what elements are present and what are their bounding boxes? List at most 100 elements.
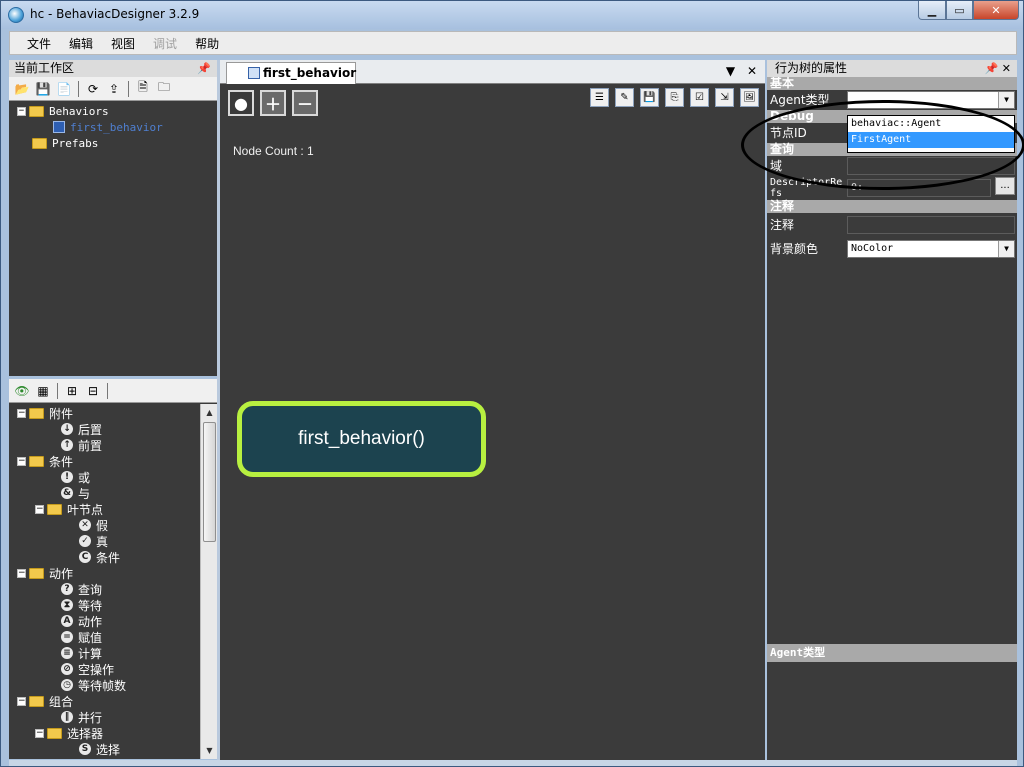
collapse-icon[interactable]: − (17, 106, 26, 116)
chevron-down-icon[interactable]: ▼ (998, 241, 1014, 257)
scroll-up-icon[interactable]: ▲ (201, 404, 218, 421)
agent-type-combo[interactable]: ▼ (847, 91, 1015, 109)
tab-list-icon[interactable]: ▼ (726, 64, 735, 78)
save-all-icon[interactable]: 💾 (34, 80, 52, 98)
palette-category[interactable]: − 动作 (9, 565, 217, 581)
palette-view-icon[interactable]: ▦ (34, 382, 52, 400)
collapse-icon[interactable]: − (17, 568, 26, 578)
open-workspace-icon[interactable]: 📂 (13, 80, 31, 98)
palette-category[interactable]: − 叶节点 (9, 501, 217, 517)
tree-item-first-behavior[interactable]: first_behavior (9, 119, 217, 135)
palette-node[interactable]: ‖ 并行 (9, 709, 217, 725)
dropdown-option-selected[interactable]: FirstAgent (848, 132, 1014, 148)
collapse-icon[interactable]: − (17, 408, 26, 418)
pin-icon[interactable]: 📌 (197, 60, 211, 77)
menu-edit[interactable]: 编辑 (60, 35, 102, 52)
menu-debug[interactable]: 调试 (144, 35, 186, 52)
property-label: 背景颜色 (770, 241, 819, 256)
chevron-down-icon[interactable]: ▼ (998, 92, 1014, 108)
collapse-icon[interactable]: − (35, 728, 44, 738)
menu-view[interactable]: 视图 (102, 35, 144, 52)
pin-icon[interactable]: 📌 ✕ (985, 60, 1011, 77)
palette-item-label: 与 (78, 486, 91, 501)
descriptor-refs-field[interactable]: 0: (847, 179, 991, 197)
refresh-icon[interactable]: ⟳ (84, 80, 102, 98)
properties-icon[interactable]: ☰ (590, 88, 609, 107)
bg-color-combo[interactable]: NoColor ▼ (847, 240, 1015, 258)
folder-icon (29, 407, 44, 419)
palette-node[interactable]: ◷ 等待帧数 (9, 677, 217, 693)
descriptor-refs-browse-button[interactable]: ... (995, 177, 1015, 195)
menu-file[interactable]: 文件 (18, 35, 60, 52)
collapse-nodes-button[interactable]: － (292, 90, 318, 116)
palette-category[interactable]: − 附件 (9, 405, 217, 421)
collapse-icon[interactable]: − (35, 504, 44, 514)
palette-scrollbar[interactable]: ▲ ▼ (200, 404, 217, 759)
dropdown-option[interactable]: behaviac::Agent (848, 116, 1014, 132)
category-basic[interactable]: 基本 (767, 77, 1017, 90)
palette-node[interactable]: ! 或 (9, 469, 217, 485)
eye-icon[interactable]: 👁 (13, 382, 31, 400)
title-bar[interactable]: hc - BehaviacDesigner 3.2.9 ▁ ▭ ✕ (1, 1, 1023, 29)
scroll-thumb[interactable] (203, 422, 216, 542)
palette-node[interactable]: ↓ 后置 (9, 421, 217, 437)
new-file-icon[interactable]: 🗎 (134, 80, 152, 98)
palette-category[interactable]: − 组合 (9, 693, 217, 709)
image-icon[interactable]: 🖼 (740, 88, 759, 107)
palette-item-label: 前置 (78, 438, 103, 453)
export-icon[interactable]: ⇪ (105, 80, 123, 98)
window-controls: ▁ ▭ ✕ (918, 1, 1019, 21)
palette-item-label: 假 (96, 518, 109, 533)
root-behavior-node[interactable]: first_behavior() (237, 401, 486, 477)
palette-node[interactable]: ↑ 前置 (9, 437, 217, 453)
category-comment[interactable]: 注释 (767, 200, 1017, 213)
node-palette-panel: 👁 ▦ ⊞ ⊟ − 附件 ↓ 后置 ↑ 前置 − 条件! 或 & 与 − 叶节点 ✕ 假 ✓ 真 C 条件 − 动作? 查… (9, 379, 217, 759)
export-icon[interactable]: ⇲ (715, 88, 734, 107)
properties-title: 行为树的属性 (775, 61, 848, 75)
tree-item-prefabs[interactable]: Prefabs (9, 135, 217, 151)
properties-header: 行为树的属性 📌 ✕ (767, 60, 1017, 77)
palette-node[interactable]: ⧗ 等待 (9, 597, 217, 613)
menu-help[interactable]: 帮助 (186, 35, 228, 52)
expand-nodes-button[interactable]: ＋ (260, 90, 286, 116)
new-folder-icon[interactable]: 🗀 (155, 80, 173, 98)
minimize-button[interactable]: ▁ (918, 1, 946, 20)
palette-node[interactable]: ✓ 真 (9, 533, 217, 549)
expand-all-icon[interactable]: ⊞ (63, 382, 81, 400)
palette-item-label: 叶节点 (67, 502, 104, 517)
close-button[interactable]: ✕ (973, 1, 1019, 20)
palette-node[interactable]: A 动作 (9, 613, 217, 629)
palette-category[interactable]: − 条件 (9, 453, 217, 469)
palette-node[interactable]: S 选择 (9, 741, 217, 757)
palette-node[interactable]: ⊘ 空操作 (9, 661, 217, 677)
tab-first-behavior[interactable]: first_behavior (226, 62, 356, 84)
menu-bar: 文件 编辑 视图 调试 帮助 (9, 31, 1017, 55)
domain-field[interactable] (847, 157, 1015, 175)
palette-category[interactable]: − 选择器 (9, 725, 217, 741)
palette-node[interactable]: = 赋值 (9, 629, 217, 645)
save-as-icon[interactable]: ⎘ (665, 88, 684, 107)
collapse-all-icon[interactable]: ⊟ (84, 382, 102, 400)
center-view-button[interactable]: ● (228, 90, 254, 116)
new-behavior-icon[interactable]: 📄 (55, 80, 73, 98)
palette-node[interactable]: ? 查询 (9, 581, 217, 597)
palette-node[interactable]: ≡ 计算 (9, 645, 217, 661)
palette-item-label: 选择 (96, 742, 121, 757)
tree-item-behaviors[interactable]: − Behaviors (9, 103, 217, 119)
edit-icon[interactable]: ✎ (615, 88, 634, 107)
scroll-down-icon[interactable]: ▼ (201, 742, 218, 759)
behavior-editor: first_behavior ▼ ✕ ● ＋ － ☰ ✎ 💾 ⎘ ☑ ⇲ 🖼 N… (220, 60, 765, 760)
comment-field[interactable] (847, 216, 1015, 234)
tree-item-label: first_behavior (70, 120, 163, 134)
workspace-title: 当前工作区 (14, 61, 75, 75)
tab-close-icon[interactable]: ✕ (747, 64, 757, 78)
palette-item-label: 后置 (78, 422, 103, 437)
collapse-icon[interactable]: − (17, 456, 26, 466)
save-icon[interactable]: 💾 (640, 88, 659, 107)
palette-node[interactable]: & 与 (9, 485, 217, 501)
maximize-button[interactable]: ▭ (946, 1, 973, 20)
palette-node[interactable]: ✕ 假 (9, 517, 217, 533)
palette-node[interactable]: C 条件 (9, 549, 217, 565)
check-icon[interactable]: ☑ (690, 88, 709, 107)
collapse-icon[interactable]: − (17, 696, 26, 706)
